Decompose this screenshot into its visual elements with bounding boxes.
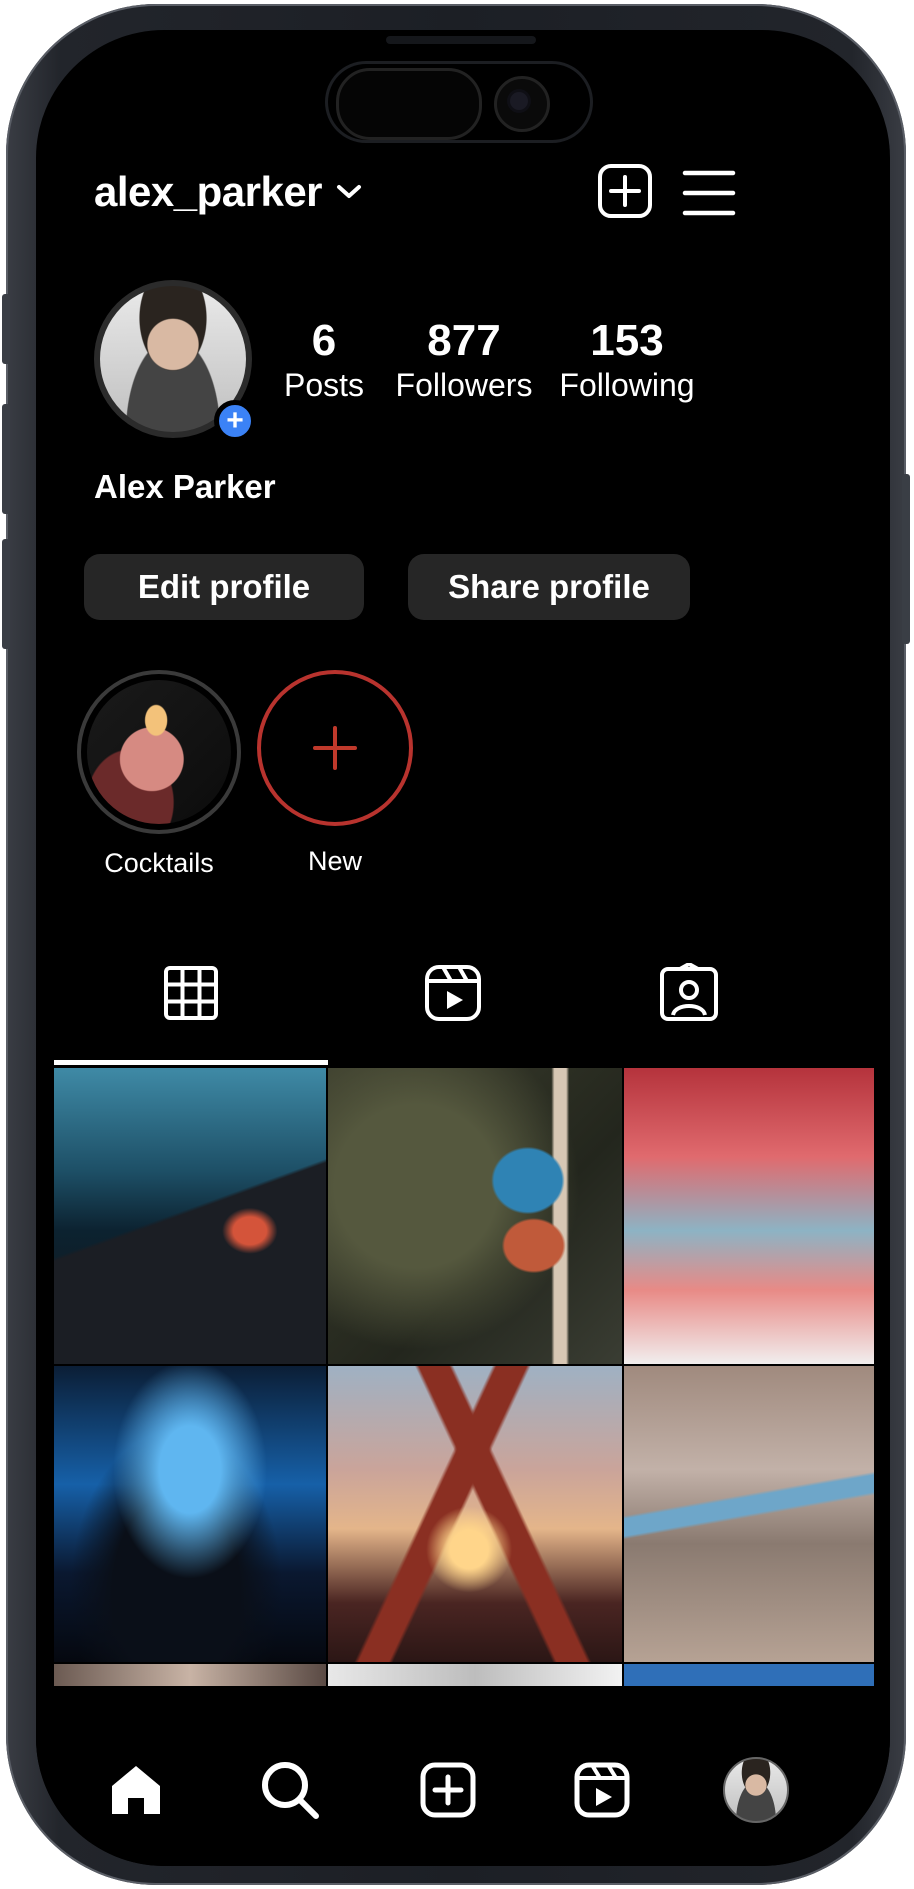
add-post-icon[interactable] [596, 162, 654, 220]
earpiece-speaker [386, 36, 536, 44]
stat-following[interactable]: 153 Following [552, 316, 702, 407]
active-tab-indicator [54, 1060, 328, 1065]
island-sensor [336, 68, 482, 140]
post-kingfisher[interactable] [328, 1068, 622, 1364]
following-label: Following [559, 367, 695, 404]
post-partial-2[interactable] [328, 1664, 622, 1686]
tab-tagged[interactable] [624, 954, 754, 1032]
reels-icon [574, 1762, 630, 1818]
display-name: Alex Parker [94, 468, 276, 505]
home-icon [112, 1766, 160, 1814]
post-blue-concert[interactable] [54, 1366, 326, 1662]
posts-label: Posts [283, 367, 365, 404]
profile-avatar-icon [723, 1757, 789, 1823]
account-switcher[interactable]: alex_parker [94, 168, 362, 216]
post-partial-3[interactable] [624, 1664, 874, 1686]
add-story-icon[interactable]: + [214, 400, 256, 442]
following-count: 153 [590, 316, 664, 365]
highlight-cocktails[interactable]: Cocktails [74, 670, 244, 879]
post-mountain-lava[interactable] [54, 1068, 326, 1364]
menu-icon[interactable] [682, 168, 736, 218]
phone-action-button [2, 294, 10, 364]
post-partial-1[interactable] [54, 1664, 326, 1686]
nav-home[interactable] [96, 1750, 176, 1830]
phone-volume-down-button [2, 539, 10, 649]
front-camera [494, 76, 550, 132]
reels-icon [425, 965, 481, 1021]
cocktail-thumbnail [87, 680, 231, 824]
highlight-label: New [307, 846, 362, 876]
edit-profile-button[interactable]: Edit profile [84, 554, 364, 620]
followers-label: Followers [395, 367, 533, 404]
chevron-down-icon [337, 185, 362, 198]
stat-followers[interactable]: 877 Followers [391, 316, 537, 407]
nav-reels[interactable] [562, 1750, 642, 1830]
stat-posts[interactable]: 6 Posts [262, 316, 386, 407]
search-icon [262, 1762, 319, 1819]
bottom-navigation [36, 1710, 890, 1866]
grid-icon [164, 966, 218, 1020]
phone-volume-up-button [2, 404, 10, 514]
profile-avatar[interactable]: + [94, 280, 256, 442]
highlight-new[interactable]: New [250, 670, 420, 877]
highlight-label: Cocktails [104, 848, 214, 878]
username: alex_parker [94, 168, 323, 215]
followers-count: 877 [427, 316, 501, 365]
create-icon [420, 1762, 476, 1818]
nav-search[interactable] [250, 1750, 330, 1830]
phone-power-button [902, 474, 910, 644]
post-red-sky[interactable] [624, 1068, 874, 1364]
tab-reels[interactable] [388, 954, 518, 1032]
plus-icon [313, 726, 357, 770]
phone-screen: alex_parker + 6 Posts 877 Followers 153 [36, 30, 890, 1866]
tab-posts-grid[interactable] [126, 954, 256, 1032]
phone-frame: alex_parker + 6 Posts 877 Followers 153 [2, 4, 910, 1885]
new-highlight-ring [257, 670, 413, 826]
post-aerial-coast[interactable] [624, 1366, 874, 1662]
tagged-icon [660, 963, 718, 1021]
share-profile-button[interactable]: Share profile [408, 554, 690, 620]
highlight-ring [77, 670, 241, 834]
nav-create[interactable] [408, 1750, 488, 1830]
nav-profile[interactable] [716, 1750, 796, 1830]
post-beer-toast[interactable] [328, 1366, 622, 1662]
posts-count: 6 [311, 316, 337, 365]
